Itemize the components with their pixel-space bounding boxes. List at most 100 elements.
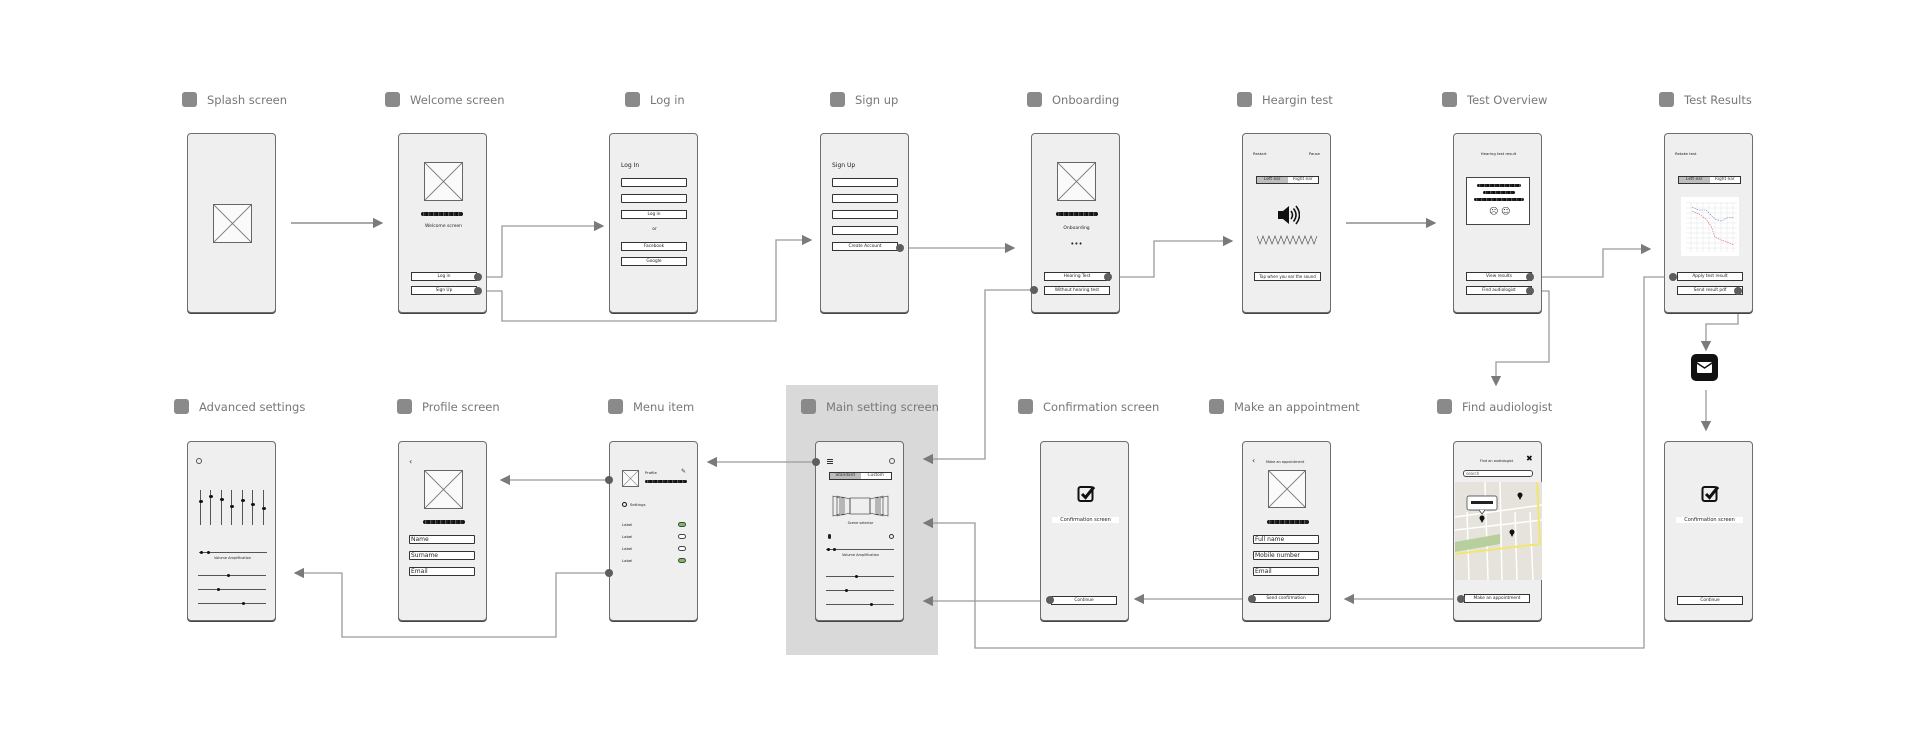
left-ear-tab[interactable]: Left ear xyxy=(1679,177,1710,183)
send-confirmation-button[interactable]: Send confirmation xyxy=(1253,594,1319,603)
frame-splash[interactable] xyxy=(187,133,276,313)
left-ear-tab[interactable]: Left ear xyxy=(1257,177,1288,183)
setting-slider[interactable] xyxy=(198,601,266,605)
edge-overview-results xyxy=(1530,243,1652,278)
eq-slider[interactable] xyxy=(261,490,266,525)
without-hearing-test-button[interactable]: Without hearing test xyxy=(1044,286,1110,295)
settings-gear-icon[interactable] xyxy=(196,458,202,464)
frame-onboarding[interactable]: Onboarding ••• Hearing Test Without hear… xyxy=(1031,133,1120,313)
login-heading: Log In xyxy=(621,162,640,169)
continue-button[interactable]: Continue xyxy=(1677,596,1743,605)
profile-avatar-icon xyxy=(622,470,639,487)
view-results-button[interactable]: View results xyxy=(1466,272,1532,281)
name-field[interactable]: Name xyxy=(409,535,475,544)
password-input[interactable] xyxy=(621,194,687,203)
profile-label[interactable]: Profile xyxy=(645,470,657,475)
login-button[interactable]: Log in xyxy=(411,272,477,281)
screen-label-splash: Splash screen xyxy=(182,92,287,107)
menu-toggle[interactable] xyxy=(678,558,686,563)
setting-slider[interactable] xyxy=(198,587,266,591)
ear-segmented-control[interactable]: Left ear Right ear xyxy=(1256,176,1319,184)
frame-find-audiologist[interactable]: Find an audiologist ✖ search Make an app… xyxy=(1453,441,1542,621)
screen-marker-icon xyxy=(182,92,197,107)
edge-welcome-login xyxy=(478,220,605,278)
restart-link[interactable]: Restart xyxy=(1253,151,1267,156)
find-audiologist-button[interactable]: Find audiologist xyxy=(1466,286,1532,295)
frame-confirmation-email[interactable]: Confirmation screen Continue xyxy=(1664,441,1753,621)
hearing-test-button[interactable]: Hearing Test xyxy=(1044,272,1110,281)
right-ear-tab[interactable]: Right ear xyxy=(1287,177,1318,183)
create-account-button[interactable]: Create Account xyxy=(832,242,898,251)
edit-pencil-icon[interactable]: ✎ xyxy=(681,469,686,475)
screen-label-profile: Profile screen xyxy=(397,399,500,414)
signup-field[interactable] xyxy=(832,178,898,187)
tap-sound-button[interactable]: Tap when you ear the sound xyxy=(1254,272,1321,281)
signup-field[interactable] xyxy=(832,210,898,219)
facebook-button[interactable]: Facebook xyxy=(621,242,687,251)
sad-face-icon: ☹ xyxy=(1489,207,1499,217)
menu-toggle[interactable] xyxy=(678,546,686,551)
menu-toggle[interactable] xyxy=(678,522,686,527)
frame-profile[interactable]: ‹ Name Surname Email xyxy=(398,441,487,621)
setting-slider[interactable] xyxy=(826,588,894,592)
email-field[interactable]: Email xyxy=(1253,567,1319,576)
custom-tab[interactable]: Custom xyxy=(860,473,891,479)
setting-slider[interactable] xyxy=(198,573,266,577)
frame-confirmation[interactable]: Confirmation screen Continue xyxy=(1040,441,1129,621)
retake-test-link[interactable]: Retake test xyxy=(1675,151,1697,156)
hamburger-menu-icon[interactable] xyxy=(827,459,833,464)
username-input[interactable] xyxy=(621,178,687,187)
eq-slider[interactable] xyxy=(229,490,234,525)
google-button[interactable]: Google xyxy=(621,257,687,266)
screen-label-signup: Sign up xyxy=(830,92,898,107)
standard-tab[interactable]: Standard xyxy=(830,473,861,479)
map-view[interactable] xyxy=(1455,482,1542,580)
apply-result-button[interactable]: Apply test result xyxy=(1677,272,1743,281)
volume-slider[interactable] xyxy=(826,547,894,551)
close-icon[interactable]: ✖ xyxy=(1526,455,1533,463)
eq-slider[interactable] xyxy=(250,490,255,525)
continue-button[interactable]: Continue xyxy=(1051,596,1117,605)
eq-slider[interactable] xyxy=(208,490,213,525)
menu-toggle[interactable] xyxy=(678,534,686,539)
full-name-field[interactable]: Full name xyxy=(1253,535,1319,544)
mobile-number-field[interactable]: Mobile number xyxy=(1253,551,1319,560)
signup-field[interactable] xyxy=(832,194,898,203)
back-chevron-icon[interactable]: ‹ xyxy=(1252,457,1255,465)
eq-slider[interactable] xyxy=(219,490,224,525)
menu-row-label: Label xyxy=(622,522,633,527)
eq-slider[interactable] xyxy=(198,490,203,525)
surname-field[interactable]: Surname xyxy=(409,551,475,560)
back-chevron-icon[interactable]: ‹ xyxy=(409,458,412,466)
email-field[interactable]: Email xyxy=(409,567,475,576)
scene-selector-carousel[interactable] xyxy=(832,494,889,518)
profile-circle-icon[interactable] xyxy=(889,458,895,464)
microphone-icon[interactable] xyxy=(828,534,831,539)
mode-segmented-control[interactable]: Standard Custom xyxy=(829,472,892,480)
frame-menu[interactable]: Profile ✎ Settings Label Label Label Lab… xyxy=(609,441,698,621)
settings-label[interactable]: Settings xyxy=(630,502,646,507)
frame-welcome[interactable]: Welcome screen Log in Sign Up xyxy=(398,133,487,313)
frame-hearing-test[interactable]: Restart Pause Left ear Right ear Tap whe… xyxy=(1242,133,1331,313)
make-appointment-button[interactable]: Make an appointment xyxy=(1464,594,1530,603)
frame-test-overview[interactable]: Hearing test result ☹ ☺ View results Fin… xyxy=(1453,133,1542,313)
login-submit-button[interactable]: Log in xyxy=(621,210,687,219)
connector-anchor xyxy=(1046,596,1054,604)
ear-segmented-control[interactable]: Left ear Right ear xyxy=(1678,176,1741,184)
frame-appointment[interactable]: ‹ Make an appointment Full name Mobile n… xyxy=(1242,441,1331,621)
frame-advanced-settings[interactable]: Volume Amplification xyxy=(187,441,276,621)
volume-slider[interactable] xyxy=(199,550,267,554)
signup-field[interactable] xyxy=(832,226,898,235)
frame-test-results[interactable]: Retake test Left ear Right ear Apply tes… xyxy=(1664,133,1753,313)
power-icon[interactable] xyxy=(889,534,894,539)
eq-slider[interactable] xyxy=(240,490,245,525)
right-ear-tab[interactable]: Right ear xyxy=(1709,177,1740,183)
search-input[interactable]: search xyxy=(1463,470,1533,477)
setting-slider[interactable] xyxy=(826,574,894,578)
frame-main-setting[interactable]: Standard Custom Scene selector Volume Am… xyxy=(815,441,904,621)
frame-login[interactable]: Log In Log in or Facebook Google xyxy=(609,133,698,313)
signup-button[interactable]: Sign Up xyxy=(411,286,477,295)
setting-slider[interactable] xyxy=(826,602,894,606)
pause-link[interactable]: Pause xyxy=(1309,151,1320,156)
frame-signup[interactable]: Sign Up Create Account xyxy=(820,133,909,313)
